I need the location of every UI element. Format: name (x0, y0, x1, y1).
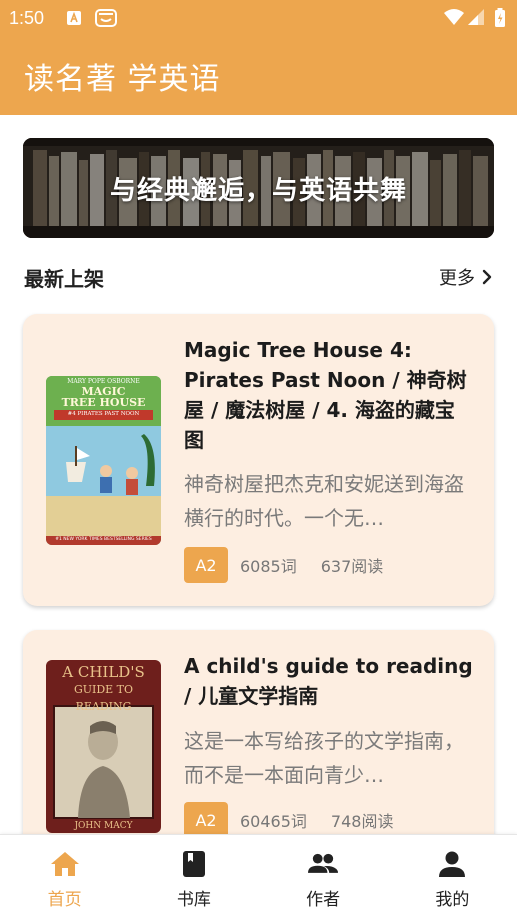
app-title: 读名著 学英语 (24, 62, 221, 97)
status-bar: 1:50 (0, 0, 517, 38)
book-card[interactable]: MARY POPE OSBORNE MAGIC TREE HOUSE #4 PI… (23, 314, 494, 606)
nav-label: 作者 (306, 890, 341, 910)
cover-footer: #1 NEW YORK TIMES BESTSELLING SERIES (55, 537, 152, 542)
word-count: 60465词 (240, 812, 307, 831)
book-title: A child's guide to reading / 儿童文学指南 (184, 654, 473, 708)
cover-author: JOHN MACY (74, 821, 133, 831)
battery-icon (495, 8, 505, 27)
book-cover: A CHILD'S GUIDE TO READING JOHN MACY (46, 660, 161, 833)
face-notification-icon (95, 9, 117, 27)
book-title: Magic Tree House 4: Pirates Past Noon / … (184, 338, 467, 452)
word-count: 6085词 (240, 557, 297, 576)
more-label: 更多 (439, 268, 475, 289)
cover-title-line2: TREE HOUSE (61, 396, 146, 409)
home-icon (50, 849, 80, 879)
nav-item-library[interactable]: 书库 (129, 835, 258, 920)
nav-label: 书库 (176, 890, 211, 910)
book-description: 这是一本写给孩子的文学指南，而不是一本面向青少… (184, 729, 464, 787)
signal-icon (468, 9, 484, 25)
wifi-icon (444, 9, 464, 25)
banner-slogan: 与经典邂逅，与英语共舞 (109, 176, 407, 206)
chevron-right-icon (482, 269, 492, 285)
bottom-navigation: 首页 书库 作者 我的 (0, 834, 517, 920)
status-time: 1:50 (9, 8, 45, 28)
book-icon (179, 849, 209, 879)
book-description: 神奇树屋把杰克和安妮送到海盗横行的时代。一个无… (184, 472, 464, 530)
read-count: 637阅读 (320, 557, 384, 576)
book-meta: A2 60465词 748阅读 (184, 802, 393, 838)
cover-title-line1: A CHILD'S (62, 663, 145, 681)
app-bar: 1:50 读名著 学英语 (0, 0, 517, 115)
book-meta: A2 6085词 637阅读 (184, 547, 383, 583)
more-button[interactable]: 更多 (439, 264, 493, 290)
nav-item-home[interactable]: 首页 (0, 835, 129, 920)
cover-subtitle: #4 PIRATES PAST NOON (67, 411, 140, 417)
level-badge: A2 (184, 802, 228, 838)
section-title: 最新上架 (24, 267, 104, 291)
cover-title-line2: GUIDE TO READING (73, 683, 134, 713)
hero-banner[interactable]: 与经典邂逅，与英语共舞 (23, 138, 494, 238)
nav-item-authors[interactable]: 作者 (259, 835, 388, 920)
app-notification-icon (67, 11, 81, 25)
book-cover: MARY POPE OSBORNE MAGIC TREE HOUSE #4 PI… (46, 376, 161, 545)
nav-label: 我的 (435, 890, 470, 910)
read-count: 748阅读 (330, 812, 394, 831)
people-icon (308, 849, 339, 879)
level-badge: A2 (184, 547, 228, 583)
cover-author: MARY POPE OSBORNE (67, 378, 140, 385)
nav-item-profile[interactable]: 我的 (388, 835, 517, 920)
nav-label: 首页 (47, 890, 82, 910)
person-icon (437, 849, 467, 879)
